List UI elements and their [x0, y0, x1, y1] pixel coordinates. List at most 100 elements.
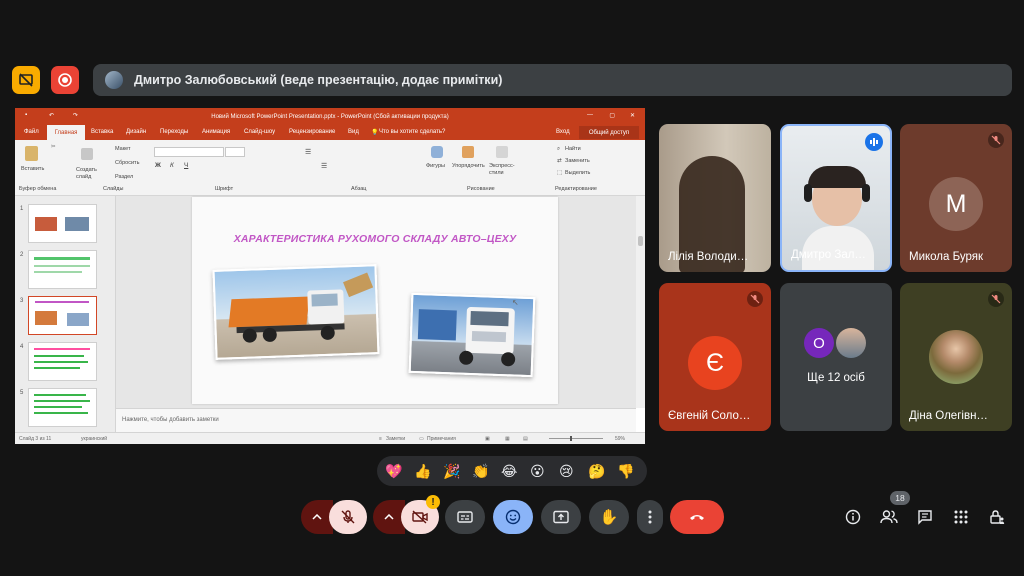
zoom-slider [549, 438, 603, 439]
ribbon-tabs: Файл Главная Вставка Дизайн Переходы Ани… [15, 125, 645, 140]
slide-num: 5 [20, 390, 24, 396]
quick-styles-icon [496, 146, 508, 158]
avatar [836, 328, 866, 358]
camera-off-icon [412, 510, 428, 524]
layout-label: Макет [115, 146, 131, 152]
avatar [929, 330, 983, 384]
participant-tile-mykola[interactable]: М Микола Буряк [900, 124, 1012, 272]
reaction-laugh[interactable]: 😂 [501, 462, 517, 480]
reaction-sparkling-heart[interactable]: 💖 [385, 462, 402, 480]
shared-screen: Новий Microsoft PowerPoint Presentation.… [15, 108, 645, 444]
participant-name: Євгеній Соло… [668, 410, 751, 422]
shapes-icon [431, 146, 443, 158]
participant-tile-yevhenii[interactable]: Є Євгеній Соло… [659, 283, 771, 431]
participant-name: Дмитро Зал… [791, 249, 866, 261]
undo-icon: ↶ [49, 113, 55, 119]
reactions-bar: 💖 👍 🎉 👏 😂 😮 😢 🤔 👎 [377, 456, 647, 486]
captions-button[interactable] [445, 500, 485, 534]
cut-icon: ✂ [51, 144, 56, 150]
people-icon [880, 510, 898, 524]
tab-home: Главная [47, 125, 85, 140]
reading-view-icon: ▤ [523, 436, 528, 442]
lightbulb-icon: 💡 [371, 130, 379, 136]
raise-hand-button[interactable]: ✋ [589, 500, 629, 534]
chevron-up-icon [312, 514, 322, 520]
slide-title: ХАРАКТЕРИСТИКА РУХОМОГО СКЛАДУ АВТО–ЦЕХУ [233, 233, 517, 245]
participant-tile-more[interactable]: О Ще 12 осіб [780, 283, 892, 431]
slide-thumbnails: 1 2 3 4 5 [15, 196, 116, 432]
slide-num: 3 [20, 298, 24, 304]
people-count-badge: 18 [890, 491, 910, 505]
arrange-label: Упорядочить [452, 163, 485, 169]
reaction-thinking[interactable]: 🤔 [588, 462, 605, 480]
notes-toggle-icon: ≡ [379, 436, 382, 442]
meeting-details-button[interactable] [842, 506, 864, 528]
chat-button[interactable] [914, 506, 936, 528]
comments-icon: ▭ [419, 436, 424, 442]
group-paragraph: Абзац [351, 186, 367, 192]
reaction-thumbs-down[interactable]: 👎 [617, 462, 634, 480]
group-editing: Редактирование [555, 186, 597, 192]
chevron-up-icon [384, 514, 394, 520]
hand-icon: ✋ [599, 509, 619, 526]
tab-animation: Анимация [202, 129, 231, 135]
hang-up-icon [690, 515, 704, 520]
mouse-cursor-icon: ↖ [512, 298, 519, 307]
reaction-thumbs-up[interactable]: 👍 [414, 462, 431, 480]
tab-transitions: Переходы [160, 129, 189, 135]
normal-view-icon: ▣ [485, 436, 490, 442]
slide: ХАРАКТЕРИСТИКА РУХОМОГО СКЛАДУ АВТО–ЦЕХУ [192, 197, 558, 404]
arrange-icon [462, 146, 474, 158]
replace-label: Заменить [565, 158, 590, 164]
tab-file: Файл [24, 129, 39, 135]
mic-off-icon [988, 291, 1004, 307]
slide-thumb-2 [28, 250, 97, 289]
emoji-icon [505, 509, 521, 525]
slide-num: 1 [20, 206, 24, 212]
participant-tile-dina[interactable]: Діна Олегівн… [900, 283, 1012, 431]
tab-insert: Вставка [91, 129, 114, 135]
underline-icon: Ч [184, 162, 189, 169]
sorter-view-icon: ▦ [505, 436, 510, 442]
participant-tile-dmytro[interactable]: Дмитро Зал… [780, 124, 892, 272]
slide-scrollbar [636, 196, 645, 408]
notes-toggle: Заметки [386, 436, 406, 442]
presenter-bar: Дмитро Залюбовський (веде презентацію, д… [93, 64, 1012, 96]
slide-thumb-1 [28, 204, 97, 243]
window-title: Новий Microsoft PowerPoint Presentation.… [211, 113, 449, 120]
stop-presenting-button[interactable] [12, 66, 40, 94]
reaction-clap[interactable]: 👏 [472, 462, 489, 480]
people-button[interactable] [878, 506, 900, 528]
more-options-button[interactable] [637, 500, 663, 534]
slide-thumb-3 [28, 296, 97, 335]
reaction-party[interactable]: 🎉 [443, 462, 460, 480]
new-slide-icon [81, 148, 93, 160]
present-button[interactable] [541, 500, 581, 534]
new-slide-label: Создать слайд [76, 167, 97, 180]
mic-toggle-button[interactable] [329, 500, 367, 534]
present-screen-icon [553, 510, 569, 524]
reactions-button[interactable] [493, 500, 533, 534]
save-icon: ▪ [25, 112, 28, 118]
avatar: О [804, 328, 834, 358]
slide-num: 4 [20, 344, 24, 350]
reaction-sad[interactable]: 😢 [559, 462, 574, 480]
recording-button[interactable] [51, 66, 79, 94]
sign-in-link: Вход [556, 129, 570, 135]
find-icon: ⌕ [557, 146, 561, 152]
camera-alert-badge: ! [426, 495, 440, 509]
tab-view: Вид [348, 129, 359, 135]
participant-tile-liliia[interactable]: Лілія Володи… [659, 124, 771, 272]
group-slides: Слайды [103, 186, 124, 192]
search-hint: Что вы хотите сделать? [379, 129, 446, 135]
host-controls-button[interactable] [986, 506, 1008, 528]
reset-label: Сбросить [115, 160, 140, 166]
mic-off-icon [988, 132, 1004, 148]
bold-icon: Ж [155, 162, 161, 169]
group-font: Шрифт [215, 186, 234, 192]
activities-button[interactable] [950, 506, 972, 528]
slide-counter: Слайд 3 из 11 [19, 436, 52, 442]
leave-call-button[interactable] [670, 500, 724, 534]
lock-person-icon [990, 510, 1005, 524]
reaction-surprised[interactable]: 😮 [530, 462, 545, 480]
